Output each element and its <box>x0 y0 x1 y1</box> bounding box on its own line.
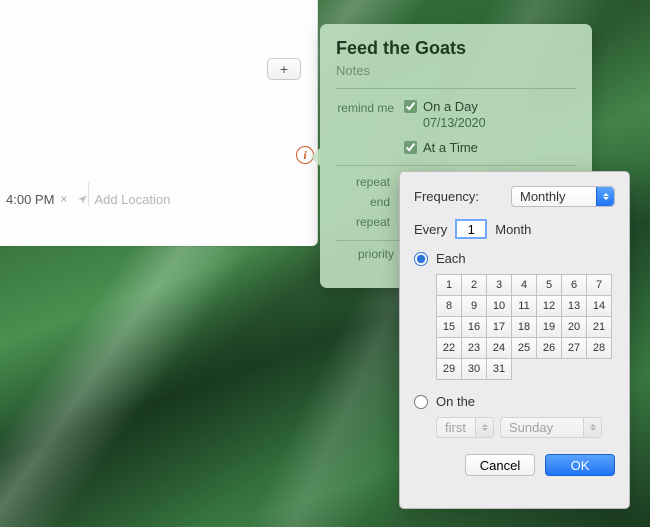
day-cell-27[interactable]: 27 <box>562 338 587 359</box>
info-glyph: i <box>303 148 306 163</box>
on-a-day-label: On a Day <box>423 99 478 114</box>
on-the-ordinal-popup[interactable]: first <box>436 417 494 438</box>
day-cell-2[interactable]: 2 <box>462 275 487 296</box>
chevron-updown-icon <box>596 187 614 206</box>
day-cell-23[interactable]: 23 <box>462 338 487 359</box>
every-label: Every <box>414 222 447 237</box>
every-unit: Month <box>495 222 531 237</box>
day-cell-19[interactable]: 19 <box>537 317 562 338</box>
day-cell-16[interactable]: 16 <box>462 317 487 338</box>
every-stepper[interactable] <box>455 219 487 239</box>
day-cell-7[interactable]: 7 <box>587 275 612 296</box>
day-cell-empty <box>537 359 562 380</box>
reminder-row: 4:00 PM × Add Location <box>0 184 317 214</box>
on-a-day-row: On a Day <box>404 99 576 114</box>
day-cell-4[interactable]: 4 <box>512 275 537 296</box>
day-cell-22[interactable]: 22 <box>437 338 462 359</box>
plus-icon: + <box>280 61 288 77</box>
on-the-day-value: Sunday <box>509 420 553 435</box>
location-arrow-icon <box>77 194 88 205</box>
day-cell-13[interactable]: 13 <box>562 296 587 317</box>
separator <box>336 165 576 166</box>
day-cell-28[interactable]: 28 <box>587 338 612 359</box>
notes-field[interactable]: Notes <box>336 63 576 89</box>
day-cell-empty <box>562 359 587 380</box>
time-value: 4:00 PM <box>6 192 54 207</box>
chevron-updown-icon <box>583 418 601 437</box>
day-cell-1[interactable]: 1 <box>437 275 462 296</box>
day-of-month-grid: 1234567891011121314151617181920212223242… <box>436 274 612 380</box>
on-the-ordinal-value: first <box>445 420 466 435</box>
clear-time-icon[interactable]: × <box>60 192 67 206</box>
day-cell-21[interactable]: 21 <box>587 317 612 338</box>
day-cell-17[interactable]: 17 <box>487 317 512 338</box>
day-cell-empty <box>587 359 612 380</box>
day-cell-25[interactable]: 25 <box>512 338 537 359</box>
on-the-day-popup[interactable]: Sunday <box>500 417 602 438</box>
day-cell-12[interactable]: 12 <box>537 296 562 317</box>
reminder-title[interactable]: Feed the Goats <box>336 38 576 59</box>
add-location-label: Add Location <box>94 192 170 207</box>
day-cell-11[interactable]: 11 <box>512 296 537 317</box>
day-cell-empty <box>512 359 537 380</box>
day-cell-26[interactable]: 26 <box>537 338 562 359</box>
reminders-window: + 4:00 PM × Add Location <box>0 0 318 246</box>
remind-me-label: remind me <box>336 99 404 117</box>
on-a-day-checkbox[interactable] <box>404 100 417 113</box>
add-location-chip[interactable]: Add Location <box>77 192 170 207</box>
day-cell-31[interactable]: 31 <box>487 359 512 380</box>
on-the-label: On the <box>436 394 475 409</box>
day-cell-18[interactable]: 18 <box>512 317 537 338</box>
each-radio[interactable] <box>414 252 428 266</box>
frequency-popup[interactable]: Monthly <box>511 186 615 207</box>
at-a-time-label: At a Time <box>423 140 478 155</box>
end-repeat-label: end repeat <box>336 192 394 232</box>
cancel-button[interactable]: Cancel <box>465 454 535 476</box>
at-a-time-checkbox[interactable] <box>404 141 417 154</box>
ok-button[interactable]: OK <box>545 454 615 476</box>
on-the-radio[interactable] <box>414 395 428 409</box>
day-cell-10[interactable]: 10 <box>487 296 512 317</box>
day-cell-24[interactable]: 24 <box>487 338 512 359</box>
day-cell-30[interactable]: 30 <box>462 359 487 380</box>
repeat-options-panel: Frequency: Monthly Every Month Each 1234… <box>399 171 630 509</box>
each-label: Each <box>436 251 466 266</box>
add-button[interactable]: + <box>267 58 301 80</box>
frequency-label: Frequency: <box>414 189 479 204</box>
frequency-value: Monthly <box>520 189 566 204</box>
repeat-label: repeat <box>336 172 394 192</box>
day-cell-3[interactable]: 3 <box>487 275 512 296</box>
day-cell-6[interactable]: 6 <box>562 275 587 296</box>
day-cell-15[interactable]: 15 <box>437 317 462 338</box>
at-a-time-row: At a Time <box>404 140 576 155</box>
remind-date[interactable]: 07/13/2020 <box>423 116 576 130</box>
day-cell-29[interactable]: 29 <box>437 359 462 380</box>
day-cell-20[interactable]: 20 <box>562 317 587 338</box>
chevron-updown-icon <box>475 418 493 437</box>
time-chip[interactable]: 4:00 PM × <box>6 192 67 207</box>
day-cell-8[interactable]: 8 <box>437 296 462 317</box>
day-cell-9[interactable]: 9 <box>462 296 487 317</box>
day-cell-14[interactable]: 14 <box>587 296 612 317</box>
day-cell-5[interactable]: 5 <box>537 275 562 296</box>
